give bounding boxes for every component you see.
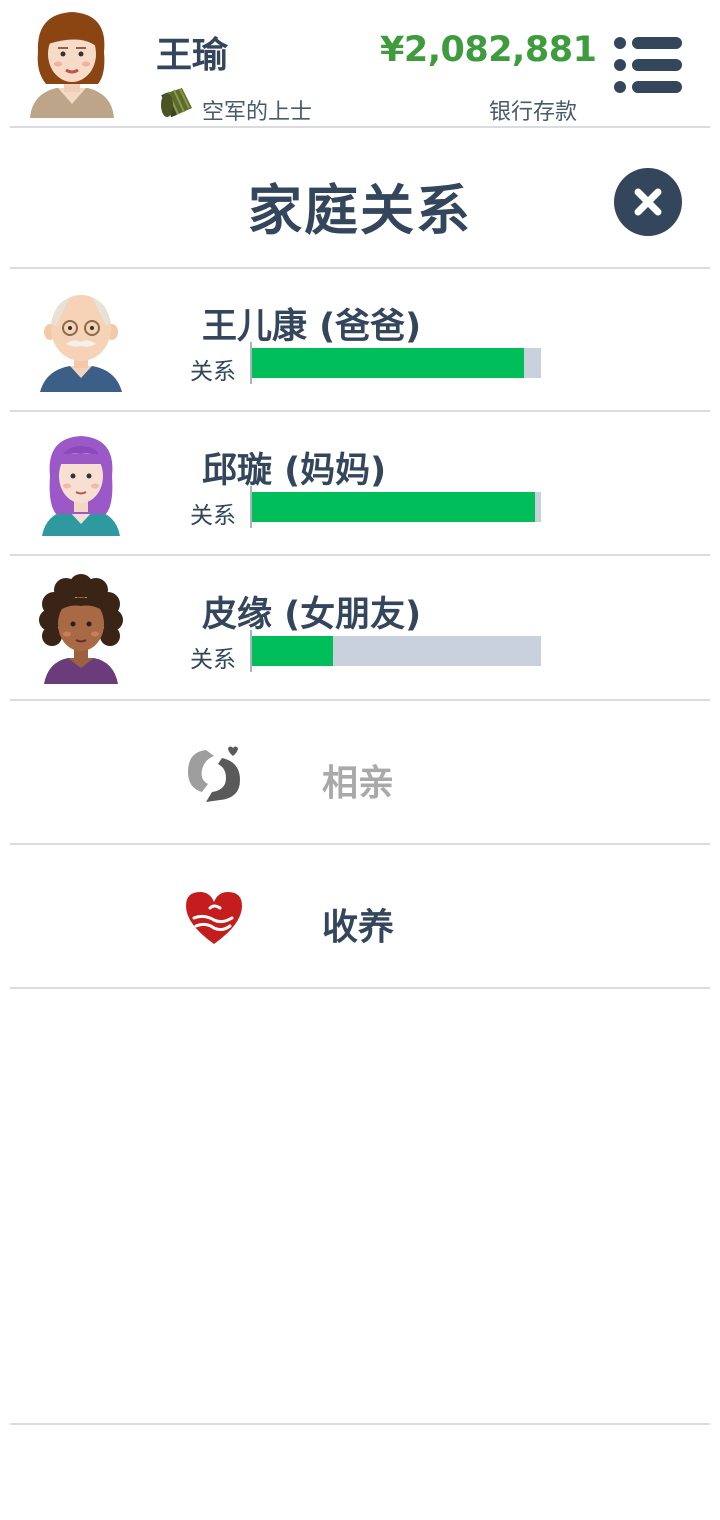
player-rank: 空军的上士	[202, 100, 313, 125]
dad-avatar	[40, 295, 122, 392]
relation-bar	[252, 636, 541, 666]
relation-bar-fill	[252, 636, 333, 666]
row-divider	[10, 410, 710, 412]
family-member-name: 邱璇 (妈妈)	[202, 451, 387, 491]
girlfriend-avatar	[39, 574, 123, 684]
player-avatar[interactable]	[28, 8, 116, 118]
relation-label: 关系	[190, 503, 236, 529]
page-title: 家庭关系	[248, 179, 472, 242]
bank-balance-label: 银行存款	[488, 100, 577, 125]
matchmaking-button[interactable]: 相亲	[10, 702, 710, 844]
row-divider	[10, 987, 710, 989]
family-member-name: 王儿康 (爸爸)	[202, 307, 422, 347]
status-header: 王瑜 空军的上士 ¥2,082,881 银行存款	[0, 0, 720, 128]
header-divider	[10, 126, 710, 128]
relation-bar-marker	[250, 486, 252, 528]
player-name: 王瑜	[156, 35, 229, 76]
title-divider	[10, 267, 710, 269]
bank-balance: ¥2,082,881	[380, 30, 597, 70]
close-icon	[634, 188, 662, 216]
row-divider	[10, 554, 710, 556]
menu-icon[interactable]	[612, 36, 684, 94]
matchmaking-label: 相亲	[322, 763, 395, 804]
adopt-heart-icon	[186, 892, 242, 944]
adopt-label: 收养	[322, 907, 395, 948]
relation-bar-fill	[252, 492, 536, 522]
relation-bar-marker	[250, 342, 252, 384]
relation-label: 关系	[190, 359, 236, 385]
rank-badge-icon	[161, 88, 192, 118]
row-divider	[10, 699, 710, 701]
row-divider	[10, 843, 710, 845]
close-button[interactable]	[614, 168, 682, 236]
family-row-dad[interactable]: 王儿康 (爸爸) 关系	[10, 270, 710, 412]
relation-label: 关系	[190, 647, 236, 673]
family-row-mom[interactable]: 邱璇 (妈妈) 关系	[10, 414, 710, 556]
family-row-girlfriend[interactable]: 皮缘 (女朋友) 关系	[10, 558, 710, 700]
footer-divider	[10, 1423, 710, 1425]
relation-bar	[252, 492, 541, 522]
relation-bar-marker	[250, 630, 252, 672]
mom-avatar	[42, 436, 120, 536]
matchmaking-icon	[188, 746, 240, 802]
relation-bar	[252, 348, 541, 378]
family-member-name: 皮缘 (女朋友)	[202, 595, 422, 635]
adopt-button[interactable]: 收养	[10, 846, 710, 988]
relation-bar-fill	[252, 348, 524, 378]
